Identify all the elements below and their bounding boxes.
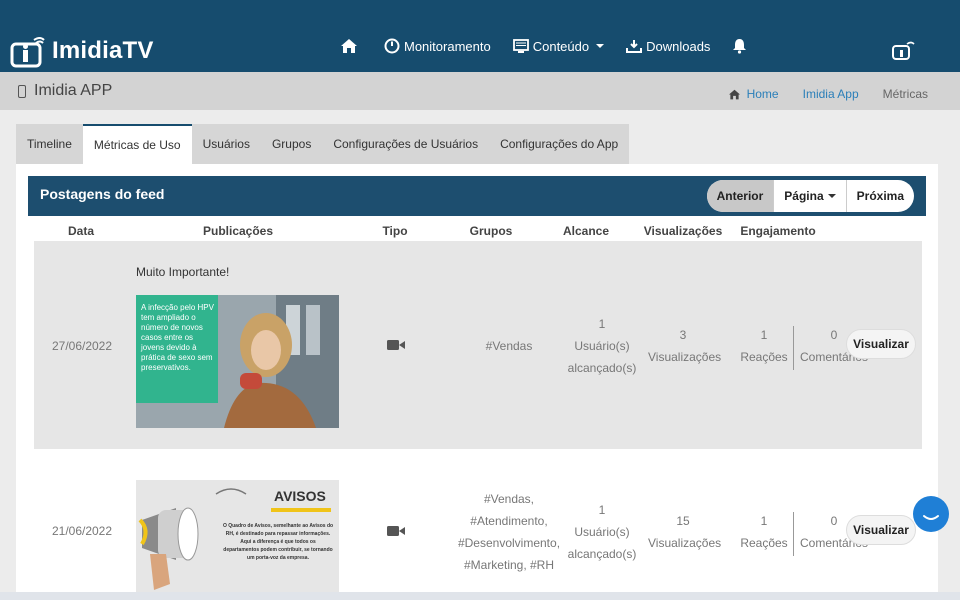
- breadcrumb-home[interactable]: Home: [747, 87, 779, 101]
- reactions-count: 1: [760, 514, 768, 528]
- download-icon: [626, 40, 643, 53]
- row-date: 27/06/2022: [51, 339, 113, 353]
- col-header-tipo: Tipo: [382, 224, 408, 238]
- tab-metricas-de-uso[interactable]: Métricas de Uso: [82, 124, 192, 164]
- home-icon: [341, 39, 357, 53]
- mobile-icon: [18, 84, 26, 98]
- page-title: Imidia APP: [18, 82, 112, 100]
- video-camera-icon: [387, 340, 405, 350]
- chevron-down-icon: [827, 194, 836, 198]
- views-count: 3: [679, 328, 687, 342]
- next-page-button[interactable]: Próxima: [847, 180, 914, 212]
- row-groups: #Vendas, #Atendimento, #Desenvolvimento,…: [454, 488, 564, 576]
- reactions-count: 1: [760, 328, 768, 342]
- chevron-down-icon: [596, 44, 605, 48]
- tab-configuracoes-usuarios[interactable]: Configurações de Usuários: [322, 124, 489, 164]
- tab-grupos[interactable]: Grupos: [261, 124, 322, 164]
- col-header-alcance: Alcance: [562, 224, 610, 238]
- publication-thumbnail[interactable]: A infecção pelo HPV tem ampliado o númer…: [136, 295, 339, 428]
- row-reach: 1 Usuário(s) alcançado(s): [554, 499, 650, 565]
- reach-label-1: Usuário(s): [574, 525, 630, 539]
- prev-page-button[interactable]: Anterior: [706, 180, 774, 212]
- reactions-label: Reações: [740, 350, 788, 364]
- views-label: Visualizações: [648, 536, 722, 550]
- monitor-icon: [512, 38, 529, 53]
- group-tag: #Desenvolvimento,: [457, 536, 561, 550]
- reactions-label: Reações: [740, 536, 788, 550]
- top-navbar: ImidiaTV Monitoramento Conteúdo Download…: [0, 0, 960, 72]
- reach-label-2: alcançado(s): [567, 361, 637, 375]
- col-header-visualizacoes: Visualizações: [643, 224, 723, 238]
- nav-monitoramento[interactable]: Monitoramento: [384, 38, 491, 54]
- row-groups: #Vendas: [485, 339, 533, 353]
- nav-notifications[interactable]: [732, 38, 751, 54]
- sub-header: Imidia APP Home Imidia App Métricas: [0, 72, 960, 110]
- col-header-data: Data: [67, 224, 94, 238]
- brand-logo[interactable]: ImidiaTV: [10, 34, 154, 68]
- tab-bar: Timeline Métricas de Uso Usuários Grupos…: [16, 124, 630, 164]
- bell-icon: [733, 39, 747, 54]
- chat-smile-icon: [923, 515, 939, 520]
- row-reactions: 1 Reações: [734, 324, 794, 368]
- thumbnail-caption: A infecção pelo HPV tem ampliado o númer…: [141, 303, 214, 372]
- reach-label-2: alcançado(s): [567, 547, 637, 561]
- chat-bubble-icon[interactable]: [913, 496, 949, 532]
- table-row: 27/06/2022 Muito Importante! A infecção …: [34, 241, 922, 449]
- tab-usuarios[interactable]: Usuários: [192, 124, 261, 164]
- breadcrumb-metricas: Métricas: [882, 87, 928, 101]
- gauge-icon: [384, 38, 400, 54]
- imidia-small-logo-icon[interactable]: [892, 40, 916, 60]
- publication-text: Muito Importante!: [136, 265, 230, 279]
- nav-home[interactable]: [340, 38, 362, 54]
- nav-conteudo-label: Conteúdo: [532, 38, 590, 54]
- page-select-button[interactable]: Página: [773, 180, 847, 212]
- breadcrumb-imidia-app[interactable]: Imidia App: [803, 87, 859, 101]
- tab-timeline[interactable]: Timeline: [16, 124, 83, 164]
- thumbnail-caption: O Quadro de Avisos, semelhante ao Avisos…: [222, 523, 334, 561]
- table-row: 21/06/2022 AVISOS O Quadro de Avisos, se…: [34, 454, 922, 600]
- reach-count: 1: [598, 317, 606, 331]
- engagement-divider: [793, 326, 794, 370]
- group-tag: #Marketing, #RH: [463, 558, 555, 572]
- card-title: Postagens do feed: [40, 186, 165, 202]
- nav-downloads-label: Downloads: [646, 38, 711, 54]
- row-views: 3 Visualizações: [648, 324, 722, 368]
- taskbar-strip: [0, 592, 960, 600]
- page-select-label: Página: [784, 189, 824, 203]
- imidia-logo-icon: [10, 37, 45, 68]
- reach-count: 1: [598, 503, 606, 517]
- reach-label-1: Usuário(s): [574, 339, 630, 353]
- view-button[interactable]: Visualizar: [846, 329, 916, 359]
- view-button[interactable]: Visualizar: [846, 515, 916, 545]
- row-reach: 1 Usuário(s) alcançado(s): [554, 313, 650, 379]
- engagement-divider: [793, 512, 794, 556]
- row-views: 15 Visualizações: [648, 510, 722, 554]
- publication-thumbnail[interactable]: AVISOS O Quadro de Avisos, semelhante ao…: [136, 480, 339, 600]
- breadcrumb: Home Imidia App Métricas: [728, 87, 928, 101]
- page-title-text: Imidia APP: [34, 82, 113, 99]
- views-count: 15: [676, 514, 690, 528]
- row-date: 21/06/2022: [51, 524, 113, 538]
- card-header: Postagens do feed Anterior Página Próxim…: [28, 176, 926, 216]
- nav-downloads[interactable]: Downloads: [626, 39, 710, 54]
- content-panel: Postagens do feed Anterior Página Próxim…: [16, 164, 938, 600]
- nav-conteudo[interactable]: Conteúdo: [512, 38, 605, 54]
- views-label: Visualizações: [648, 350, 722, 364]
- pagination: Anterior Página Próxima: [706, 180, 914, 212]
- main-nav: Monitoramento Conteúdo Downloads: [340, 38, 773, 54]
- tab-configuracoes-app[interactable]: Configurações do App: [489, 124, 629, 164]
- thumbnail-title: AVISOS: [274, 488, 326, 504]
- row-reactions: 1 Reações: [734, 510, 794, 554]
- group-tag: #Vendas,: [483, 492, 535, 506]
- nav-monitoramento-label: Monitoramento: [404, 38, 491, 54]
- col-header-publicacoes: Publicações: [202, 224, 274, 238]
- group-tag: #Atendimento,: [470, 514, 548, 528]
- col-header-engajamento: Engajamento: [740, 224, 816, 238]
- video-camera-icon: [387, 526, 405, 536]
- col-header-grupos: Grupos: [469, 224, 513, 238]
- home-icon: [728, 89, 740, 99]
- brand-name: ImidiaTV: [52, 37, 154, 64]
